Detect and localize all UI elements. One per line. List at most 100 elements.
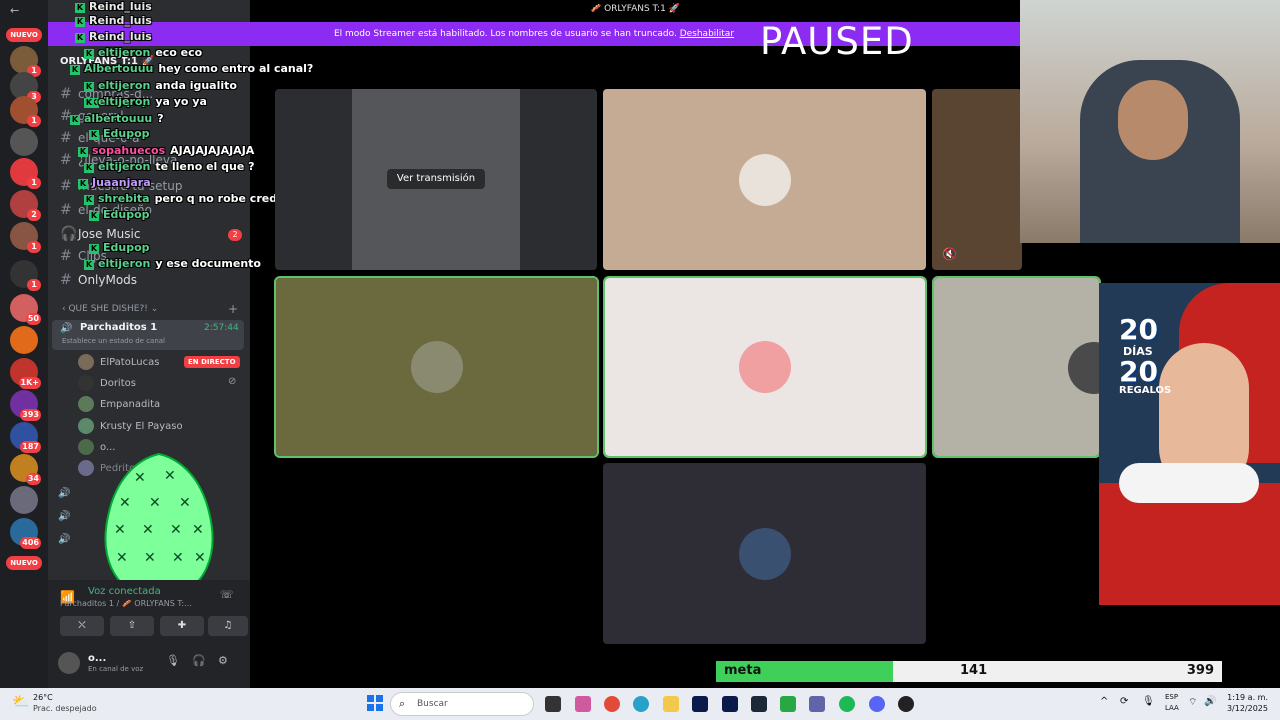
- edge-icon[interactable]: [633, 696, 649, 712]
- steam-icon[interactable]: [751, 696, 767, 712]
- task-view-icon[interactable]: [545, 696, 561, 712]
- svg-text:✕: ✕: [142, 522, 154, 538]
- server-icon[interactable]: 34: [10, 454, 41, 485]
- chrome-icon[interactable]: [604, 696, 620, 712]
- streamer-face: [1118, 80, 1188, 160]
- activities-button[interactable]: ✚: [160, 616, 204, 636]
- clock-date[interactable]: 3/12/2025: [1227, 704, 1268, 713]
- deafened-icon: ⊘: [228, 376, 237, 387]
- server-icon[interactable]: 2: [10, 190, 41, 221]
- server-icon[interactable]: 1: [10, 46, 41, 77]
- channel-status-hint[interactable]: Establece un estado de canal: [62, 337, 165, 345]
- disable-link[interactable]: Deshabilitar: [680, 29, 734, 39]
- voice-user[interactable]: Doritos: [78, 373, 136, 393]
- participant-tile[interactable]: 🔇: [932, 89, 1022, 270]
- avatar[interactable]: [58, 652, 80, 674]
- channel-item[interactable]: # OnlyMods: [60, 272, 137, 292]
- voice-channel-active[interactable]: 🔊 Parchaditos 1 2:57:44 Establece un est…: [52, 320, 244, 350]
- mic-tray-icon[interactable]: 🎙: [1142, 696, 1155, 707]
- server-icon[interactable]: 393: [10, 390, 41, 421]
- chat-username: Edupop: [103, 127, 150, 140]
- language-layout[interactable]: LAA: [1165, 704, 1179, 712]
- chat-message: Ksopahuecos AJAJAJAJAJAJA: [78, 144, 254, 157]
- microphone-icon[interactable]: 🎙: [166, 654, 180, 667]
- teams-icon[interactable]: [809, 696, 825, 712]
- file-explorer-icon[interactable]: [663, 696, 679, 712]
- participant-tile[interactable]: [932, 276, 1101, 458]
- stream-tile[interactable]: Ver transmisión: [275, 89, 597, 270]
- watch-stream-button[interactable]: Ver transmisión: [387, 169, 485, 189]
- avatar: [78, 354, 94, 370]
- back-arrow-icon[interactable]: ←: [10, 4, 19, 17]
- chat-text: ?: [157, 112, 164, 125]
- server-icon[interactable]: 1: [10, 222, 41, 253]
- windows-start-icon[interactable]: [367, 695, 383, 711]
- avatar: [78, 375, 94, 391]
- disconnect-icon[interactable]: ☏: [220, 588, 234, 601]
- discord-icon[interactable]: [869, 696, 885, 712]
- camera-off-button[interactable]: ⛌: [60, 616, 104, 636]
- chat-badge-icon: K: [84, 49, 94, 59]
- premiere-icon[interactable]: [692, 696, 708, 712]
- server-icon[interactable]: 187: [10, 422, 41, 453]
- avatar: [1068, 342, 1099, 394]
- audition-icon[interactable]: [722, 696, 738, 712]
- chat-username: Albertouuu: [84, 62, 154, 75]
- search-input[interactable]: ⌕ Buscar: [390, 692, 534, 716]
- server-icon[interactable]: 406: [10, 518, 41, 549]
- clock-time[interactable]: 1:19 a. m.: [1227, 693, 1268, 702]
- connection-subtitle[interactable]: Parchaditos 1 / 🥓 ORLYFANS T:...: [60, 599, 192, 608]
- chat-badge-icon: K: [75, 17, 85, 27]
- screenshare-button[interactable]: ⇧: [110, 616, 154, 636]
- chat-badge-icon: K: [84, 163, 94, 173]
- volume-icon[interactable]: 🔊: [1204, 696, 1216, 707]
- discord-icon[interactable]: 1: [10, 158, 41, 189]
- chat-username: Reind_luis: [89, 30, 152, 43]
- server-icon[interactable]: [10, 486, 38, 514]
- server-icon[interactable]: 1: [10, 96, 41, 127]
- spotify-icon[interactable]: [839, 696, 855, 712]
- voice-user[interactable]: Empanadita: [78, 394, 160, 414]
- app-icon[interactable]: [780, 696, 796, 712]
- headphones-icon[interactable]: 🎧: [192, 654, 206, 667]
- participant-tile[interactable]: [603, 276, 927, 458]
- chat-text: anda igualito: [155, 79, 237, 92]
- chat-text: hey como entro al canal?: [158, 62, 314, 75]
- settings-gear-icon[interactable]: ⚙: [218, 654, 228, 667]
- voice-user[interactable]: ElPatoLucas: [78, 352, 159, 372]
- obs-icon[interactable]: [898, 696, 914, 712]
- add-channel-icon[interactable]: +: [228, 302, 238, 316]
- chat-message: K Edupop: [89, 241, 155, 254]
- category-header[interactable]: ‹ QUE SHE DISHE?! ⌄: [62, 304, 158, 314]
- chat-message: Keltijeron ya yo ya: [84, 95, 207, 108]
- copilot-icon[interactable]: [575, 696, 591, 712]
- server-icon[interactable]: [10, 128, 38, 156]
- participant-tile[interactable]: [603, 463, 926, 644]
- svg-text:✕: ✕: [172, 550, 184, 566]
- language-code[interactable]: ESP: [1165, 693, 1178, 701]
- network-icon[interactable]: ⟳: [1120, 696, 1128, 707]
- connection-title[interactable]: Voz conectada: [88, 586, 161, 597]
- server-icon[interactable]: 50: [10, 294, 41, 325]
- muted-icon: 🔇: [942, 247, 957, 261]
- new-badge: NUEVO: [6, 556, 42, 570]
- chat-username: eltijeron: [98, 79, 151, 92]
- svg-text:✕: ✕: [179, 495, 191, 511]
- participant-tile[interactable]: [603, 89, 926, 270]
- server-icon[interactable]: 1K+: [10, 358, 41, 389]
- weather-temp[interactable]: 26°C: [33, 693, 53, 702]
- weather-desc[interactable]: Prac. despejado: [33, 704, 97, 713]
- soundboard-button[interactable]: ♫: [208, 616, 248, 636]
- voice-user[interactable]: Krusty El Payaso: [78, 416, 183, 436]
- server-icon[interactable]: 1: [10, 260, 41, 291]
- chat-username: eltijeron: [98, 95, 151, 108]
- wifi-icon[interactable]: ⌔: [1188, 696, 1197, 709]
- server-icon[interactable]: [10, 326, 38, 354]
- weather-icon[interactable]: ⛅: [12, 694, 29, 710]
- chevron-up-icon[interactable]: ^: [1100, 696, 1108, 707]
- hash-icon: #: [60, 202, 72, 218]
- chat-message: K Reind_luis: [75, 0, 157, 13]
- participant-tile[interactable]: [274, 276, 599, 458]
- svg-text:✕: ✕: [134, 470, 146, 486]
- chat-badge-icon: K: [78, 179, 88, 189]
